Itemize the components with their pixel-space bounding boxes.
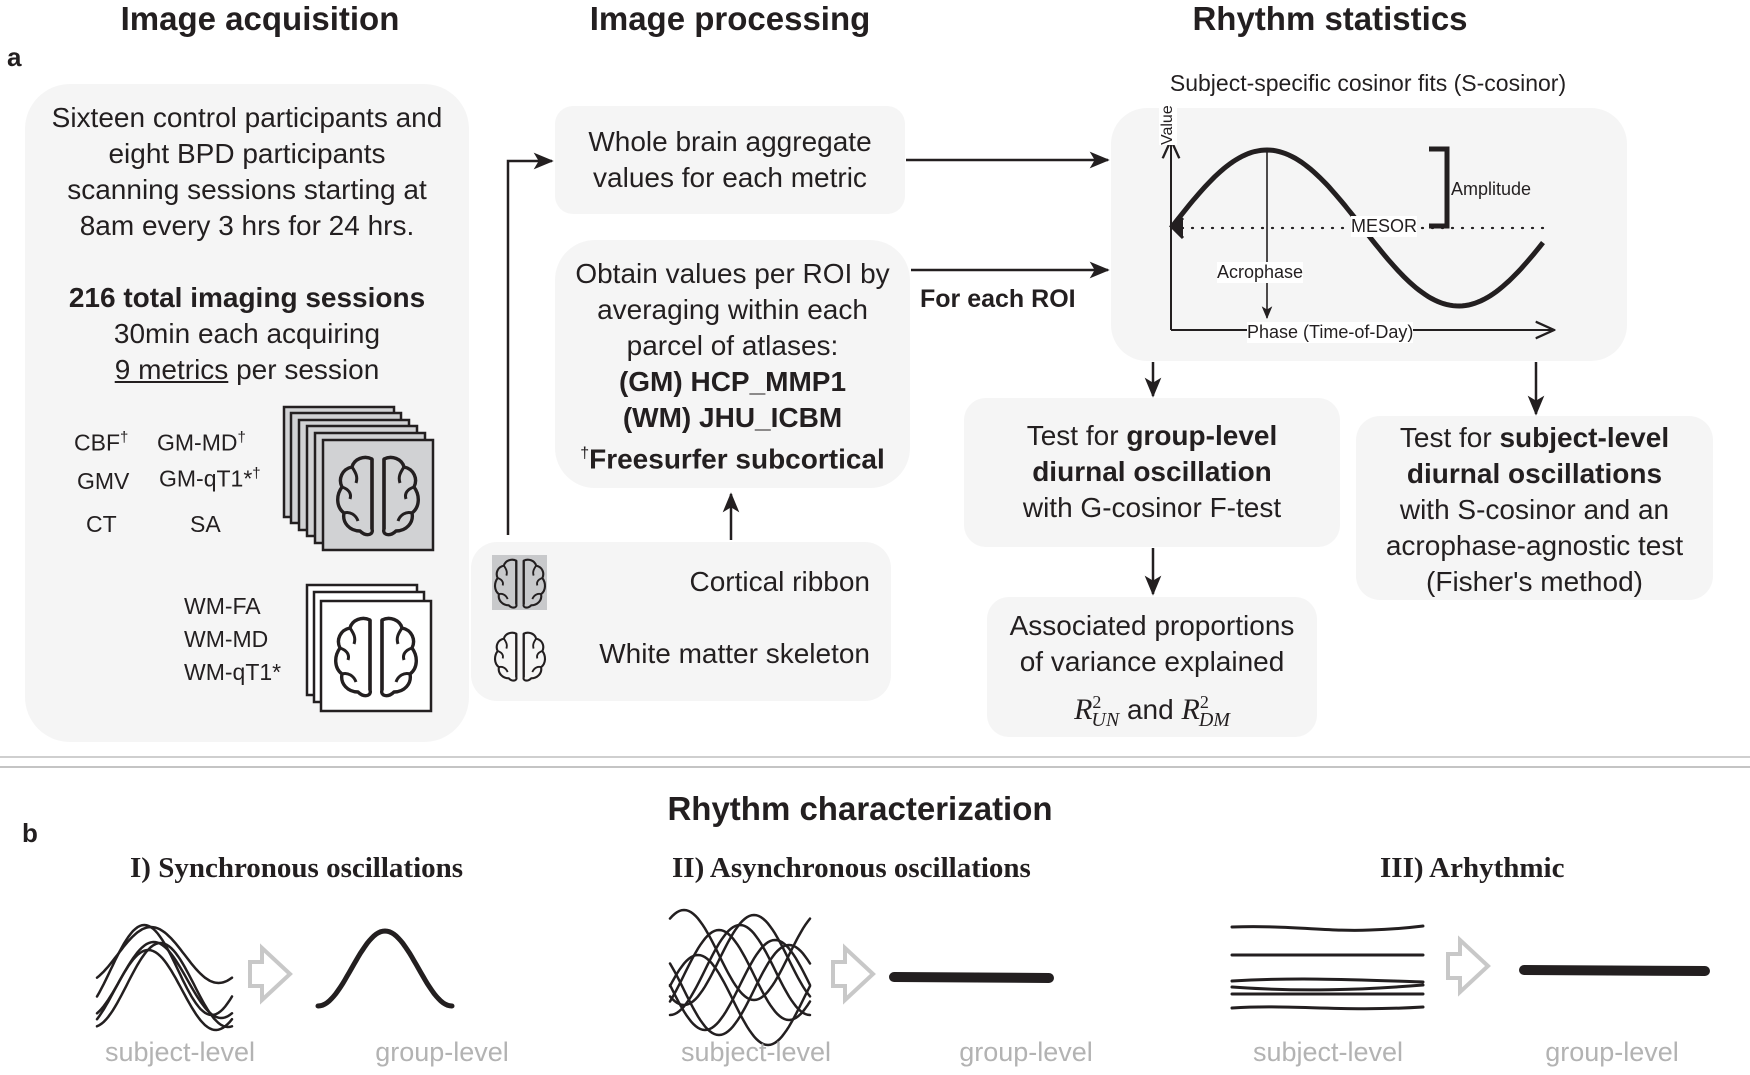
group-flat-line	[889, 972, 1054, 983]
label-subject-level-3: subject-level	[1252, 1037, 1404, 1067]
label-subject-level-1: subject-level	[104, 1037, 256, 1067]
label-group-level-3: group-level	[1545, 1037, 1679, 1067]
transform-arrow-icon	[248, 943, 293, 1005]
transform-arrow-icon	[831, 943, 876, 1005]
label-group-level-2: group-level	[959, 1037, 1093, 1067]
label-subject-level-2: subject-level	[680, 1037, 832, 1067]
subject-flat-line	[1230, 977, 1425, 984]
subject-flat-line	[1230, 1005, 1425, 1011]
subject-flat-line	[1230, 983, 1425, 992]
subject-flat-line	[1230, 924, 1425, 932]
label-group-level-1: group-level	[375, 1037, 509, 1067]
group-flat-line	[1519, 965, 1710, 976]
rhythm-illustrations	[95, 908, 1710, 1047]
group-curve	[315, 928, 455, 1009]
subject-curve	[668, 953, 812, 1047]
subject-curve	[95, 948, 234, 1032]
transform-arrow-icon	[1446, 935, 1491, 997]
